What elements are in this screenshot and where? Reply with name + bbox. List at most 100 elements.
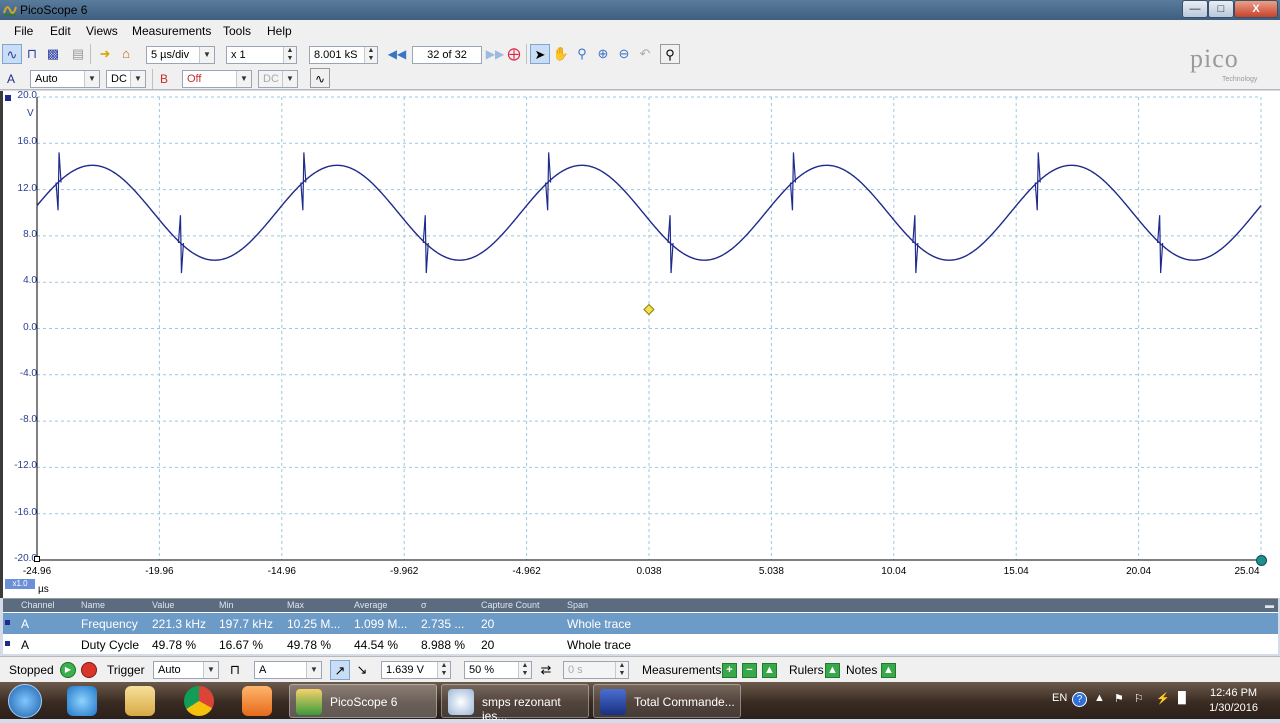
task-picoscope[interactable]: PicoScope 6 [289, 684, 437, 718]
col-min: Min [219, 600, 234, 610]
table-row[interactable]: A Duty Cycle 49.78 % 16.67 % 49.78 % 44.… [3, 634, 1278, 655]
notes-toggle-icon[interactable]: ▲ [881, 663, 896, 678]
scope-mode-icon[interactable]: ∿ [2, 44, 22, 64]
status-bar: Stopped ▶ Trigger Auto ▼ ⊓ A ▼ ↗ ↘ 1.639 V… [0, 656, 1280, 682]
file-explorer-icon[interactable] [125, 686, 155, 716]
hand-tool-icon[interactable]: ✋ [551, 44, 571, 64]
y-tick-label: 4.0 [23, 275, 37, 287]
x-tick-label: -14.96 [267, 566, 296, 577]
start-icon[interactable]: ▶ [60, 662, 76, 678]
falling-edge-icon[interactable]: ↘ [352, 660, 372, 680]
spinner-icon: ▲ ▼ [518, 662, 531, 678]
buffer-navigator-icon[interactable]: ⨁ [504, 44, 524, 64]
zoom-select[interactable]: x 1 ▲ ▼ [226, 46, 297, 64]
next-capture-icon[interactable]: ▶▶ [485, 44, 505, 64]
close-button[interactable]: X [1234, 0, 1278, 18]
add-measurement-icon[interactable]: + [722, 663, 737, 678]
undo-zoom-icon[interactable]: ↶ [635, 44, 655, 64]
menu-file[interactable]: File [14, 24, 33, 38]
timebase-select[interactable]: 5 µs/div ▼ [146, 46, 215, 64]
remove-measurement-icon[interactable]: − [742, 663, 757, 678]
previous-capture-icon[interactable]: ◀◀ [387, 44, 407, 64]
tray-overflow-icon[interactable]: ▲ [1094, 692, 1105, 704]
channel-a-range-select[interactable]: Auto ▼ [30, 70, 100, 88]
row-sigma: 8.988 % [421, 638, 466, 652]
channel-b-coupling-select[interactable]: DC ▼ [258, 70, 298, 88]
zoom-out-icon[interactable]: ⊖ [614, 44, 634, 64]
pre-trigger: 50 % [469, 664, 495, 676]
channel-b-range-select[interactable]: Off ▼ [182, 70, 252, 88]
collapse-icon[interactable]: ▬ [1265, 600, 1274, 610]
left-bound-marker-icon[interactable] [34, 556, 40, 562]
flag-icon[interactable]: ⚐ [1134, 692, 1144, 705]
task-label: Total Commande... [634, 695, 735, 709]
zoom-area-icon[interactable]: ⚲ [572, 44, 592, 64]
capture-index-field[interactable]: 32 of 32 [412, 46, 482, 64]
rising-edge-icon[interactable]: ↗ [330, 660, 350, 680]
network-icon[interactable]: █ [1178, 692, 1186, 704]
row-span: Whole trace [567, 638, 632, 652]
channel-a-coupling-select[interactable]: DC ▼ [106, 70, 146, 88]
channel-a-label[interactable]: A [7, 72, 15, 86]
table-row[interactable]: A Frequency 221.3 kHz 197.7 kHz 10.25 M.… [3, 613, 1278, 634]
channel-b-range: Off [187, 73, 202, 85]
menu-views[interactable]: Views [86, 24, 118, 38]
edit-measurement-icon[interactable]: ▲ [762, 663, 777, 678]
media-player-icon[interactable] [242, 686, 272, 716]
row-min: 16.67 % [219, 638, 264, 652]
stop-icon[interactable] [81, 662, 97, 678]
clock-time: 12:46 PM [1209, 687, 1258, 699]
menu-edit[interactable]: Edit [50, 24, 71, 38]
pre-trigger-field[interactable]: 50 % ▲ ▼ [464, 661, 532, 679]
chevron-down-icon: ▼ [282, 71, 297, 87]
auto-setup-icon[interactable]: ➜ [95, 44, 115, 64]
maximize-button[interactable]: □ [1208, 0, 1234, 18]
zoom-overview-icon[interactable]: ⚲ [660, 44, 680, 64]
chrome-icon[interactable] [184, 686, 214, 716]
zoom-in-icon[interactable]: ⊕ [593, 44, 613, 64]
trigger-source-select[interactable]: A ▼ [254, 661, 322, 679]
internet-explorer-icon[interactable] [67, 686, 97, 716]
scope-view[interactable]: 20.0 16.0 12.0 8.0 4.0 0.0 -4.0 -8.0 -12.0 -16.0 -… [0, 90, 1280, 598]
action-center-icon[interactable]: ⚑ [1114, 692, 1124, 705]
trigger-level-field[interactable]: 1.639 V ▲ ▼ [381, 661, 451, 679]
waveform-plot[interactable] [3, 91, 1280, 598]
spectrum-mode-icon[interactable]: ▩ [43, 44, 63, 64]
samples-select[interactable]: 8.001 kS ▲ ▼ [309, 46, 378, 64]
rulers-toggle-icon[interactable]: ▲ [825, 663, 840, 678]
row-max: 10.25 M... [287, 617, 341, 631]
trigger-mode-select[interactable]: Auto ▼ [153, 661, 219, 679]
x-tick-label: 25.04 [1234, 566, 1260, 577]
persistence-mode-icon[interactable]: ⊓ [22, 44, 42, 64]
ruler-handle-icon[interactable] [1256, 555, 1267, 566]
trigger-source: A [259, 664, 267, 676]
row-capture-count: 20 [481, 638, 495, 652]
logo-brand: pico [1190, 44, 1239, 73]
channel-b-label[interactable]: B [160, 72, 168, 86]
task-paint[interactable]: smps rezonant ies... [441, 684, 589, 723]
bar-chart-icon[interactable]: ▤ [68, 44, 88, 64]
col-max: Max [287, 600, 305, 610]
pointer-tool-icon[interactable]: ➤ [530, 44, 550, 64]
row-average: 44.54 % [354, 638, 399, 652]
picoscope-app-icon [3, 6, 17, 16]
y-tick-label: -4.0 [19, 367, 37, 379]
trigger-delay-field[interactable]: 0 s ▲ ▼ [563, 661, 629, 679]
power-icon[interactable]: ⚡ [1156, 692, 1170, 705]
trigger-marker-icon[interactable] [643, 303, 655, 316]
channel-options-icon[interactable]: ∿ [310, 68, 330, 88]
language-indicator[interactable]: EN [1052, 692, 1067, 704]
trigger-options-icon[interactable]: ⊓ [225, 660, 245, 680]
menu-help[interactable]: Help [267, 24, 292, 38]
trigger-delay-icon[interactable]: ⇄ [536, 660, 556, 680]
task-total-commander[interactable]: Total Commande... [593, 684, 741, 718]
home-icon[interactable]: ⌂ [116, 44, 136, 64]
clock[interactable]: 12:46 PM 1/30/2016 [1209, 686, 1258, 716]
trigger-level: 1.639 V [386, 664, 424, 676]
help-icon[interactable]: ? [1072, 692, 1087, 707]
row-capture-count: 20 [481, 617, 495, 631]
start-button-icon[interactable] [8, 684, 42, 718]
menu-measurements[interactable]: Measurements [132, 24, 211, 38]
menu-tools[interactable]: Tools [223, 24, 251, 38]
minimize-button[interactable]: — [1182, 0, 1208, 18]
